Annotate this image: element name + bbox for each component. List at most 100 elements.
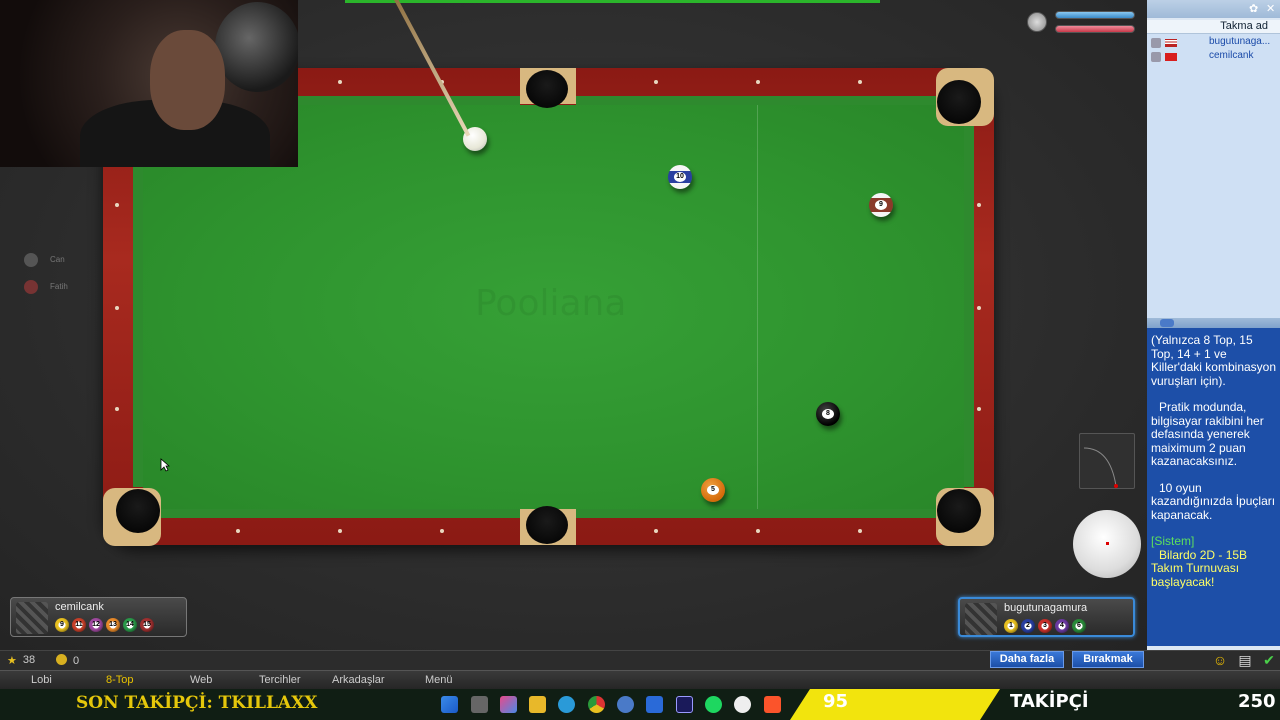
user-icon — [1151, 38, 1161, 48]
player-name: bugutunagamura — [1004, 602, 1088, 614]
chrome-icon[interactable] — [588, 696, 605, 713]
mini-ball-15: 15 — [140, 618, 154, 632]
spectator-icon — [24, 280, 38, 294]
file-explorer-icon[interactable] — [529, 696, 546, 713]
mini-ball-4: 4 — [1055, 619, 1069, 633]
diamond — [236, 529, 240, 533]
diamond — [338, 529, 342, 533]
ball-9: 9 — [869, 193, 893, 217]
close-icon[interactable]: ✕ — [1266, 2, 1275, 15]
cushion-top-right — [576, 96, 936, 105]
leave-button[interactable]: Bırakmak — [1072, 651, 1144, 668]
system-tag: [Sistem] — [1151, 534, 1195, 548]
spotify-icon[interactable] — [705, 696, 722, 713]
diamond — [440, 529, 444, 533]
player-ball-list: 9 11 12 13 14 15 — [55, 618, 154, 632]
mini-ball-3: 3 — [1038, 619, 1052, 633]
coins-count: 0 — [56, 654, 79, 667]
stars-count: ★ 38 — [7, 654, 36, 667]
turn-timer-bar — [345, 0, 880, 3]
splitter-grip[interactable] — [1160, 319, 1174, 327]
user-row[interactable]: bugutunaga... — [1147, 36, 1280, 50]
ball-5: 5 — [701, 478, 725, 502]
follower-goal: 250 — [1238, 691, 1276, 712]
webcam-person-head — [150, 30, 225, 130]
settings-gear-icon[interactable] — [617, 696, 634, 713]
us-flag-icon — [1165, 39, 1177, 47]
pocket-top-right — [937, 80, 981, 124]
mini-ball-1: 1 — [1004, 619, 1018, 633]
brave-icon[interactable] — [764, 696, 781, 713]
panel-toolbar: ✿ ✕ — [1147, 0, 1280, 18]
mini-ball-13: 13 — [106, 618, 120, 632]
chat-message: 10 oyun kazandığınızda İpuçları kapanaca… — [1151, 480, 1276, 522]
menu-8ball[interactable]: 8-Top — [106, 674, 134, 686]
mini-ball-9: 9 — [55, 618, 69, 632]
menu-friends[interactable]: Arkadaşlar — [332, 674, 385, 686]
cushion-bottom-left — [160, 509, 520, 518]
menu-menu[interactable]: Menü — [425, 674, 453, 686]
chat-message: Pratik modunda, bilgisayar rakibini her … — [1151, 400, 1264, 468]
pocket-top-middle — [526, 70, 568, 108]
diamond — [115, 203, 119, 207]
menu-bar: Lobi 8-Top Web Tercihler Arkadaşlar Menü — [0, 670, 1280, 689]
emoji-icon[interactable]: ☺ — [1212, 652, 1228, 668]
webcam-lamp — [215, 2, 298, 92]
spin-control[interactable] — [1073, 510, 1141, 578]
player-name: cemilcank — [55, 601, 104, 613]
store-icon[interactable] — [646, 696, 663, 713]
mini-ball-6: 6 — [1072, 619, 1086, 633]
diamond — [977, 203, 981, 207]
pocket-bottom-middle — [526, 506, 568, 544]
mini-ball-2: 2 — [1021, 619, 1035, 633]
diamond — [858, 80, 862, 84]
nickname-column-header[interactable]: Takma ad — [1147, 20, 1280, 34]
diamond — [338, 80, 342, 84]
diamond — [756, 529, 760, 533]
premiere-icon[interactable] — [676, 696, 693, 713]
more-button[interactable]: Daha fazla — [990, 651, 1064, 668]
pocket-bottom-right — [937, 489, 981, 533]
spectator-icon — [24, 253, 38, 267]
menu-lobby[interactable]: Lobi — [31, 674, 52, 686]
avatar — [16, 602, 48, 634]
cushion-right — [964, 125, 974, 487]
power-meter[interactable] — [1079, 433, 1135, 489]
diamond — [654, 529, 658, 533]
spectator[interactable]: Fatih — [24, 280, 68, 294]
panel-splitter[interactable] — [1147, 318, 1280, 328]
windows-start-icon[interactable] — [441, 696, 458, 713]
obs-icon[interactable] — [734, 696, 751, 713]
player-panel-left: cemilcank 9 11 12 13 14 15 — [10, 597, 187, 637]
user-list: bugutunaga... cemilcank — [1147, 34, 1280, 318]
diamond — [858, 529, 862, 533]
diamond — [115, 306, 119, 310]
spectator[interactable]: Can — [24, 253, 65, 267]
avatar — [965, 603, 997, 635]
follower-label: TAKİPÇİ — [1010, 691, 1089, 712]
menu-preferences[interactable]: Tercihler — [259, 674, 301, 686]
head-string — [757, 105, 758, 509]
chat-message: (Yalnızca 8 Top, 15 Top, 14 + 1 ve Kille… — [1151, 333, 1277, 388]
user-row[interactable]: cemilcank — [1147, 50, 1280, 64]
task-view-icon[interactable] — [471, 696, 488, 713]
follower-goal-bar — [790, 689, 1000, 720]
system-message: Bilardo 2D - 15B Takım Turnuvası başlaya… — [1151, 547, 1248, 589]
edge-icon[interactable] — [558, 696, 575, 713]
copilot-icon[interactable] — [500, 696, 517, 713]
chat-log: (Yalnızca 8 Top, 15 Top, 14 + 1 ve Kille… — [1147, 328, 1280, 646]
player-timer-bar — [1055, 11, 1135, 19]
menu-web[interactable]: Web — [190, 674, 212, 686]
mini-ball-11: 11 — [72, 618, 86, 632]
diamond — [756, 80, 760, 84]
ball-10: 10 — [668, 165, 692, 189]
power-arc-icon — [1083, 447, 1118, 488]
diamond — [977, 306, 981, 310]
chat-icon[interactable]: ▤ — [1237, 652, 1253, 668]
clock-icon — [1027, 12, 1047, 32]
pocket-bottom-left — [116, 489, 160, 533]
check-icon[interactable]: ✔ — [1261, 652, 1277, 668]
player-panel-right: bugutunagamura 1 2 3 4 6 — [958, 597, 1135, 637]
diamond — [115, 407, 119, 411]
settings-icon[interactable]: ✿ — [1249, 2, 1258, 15]
